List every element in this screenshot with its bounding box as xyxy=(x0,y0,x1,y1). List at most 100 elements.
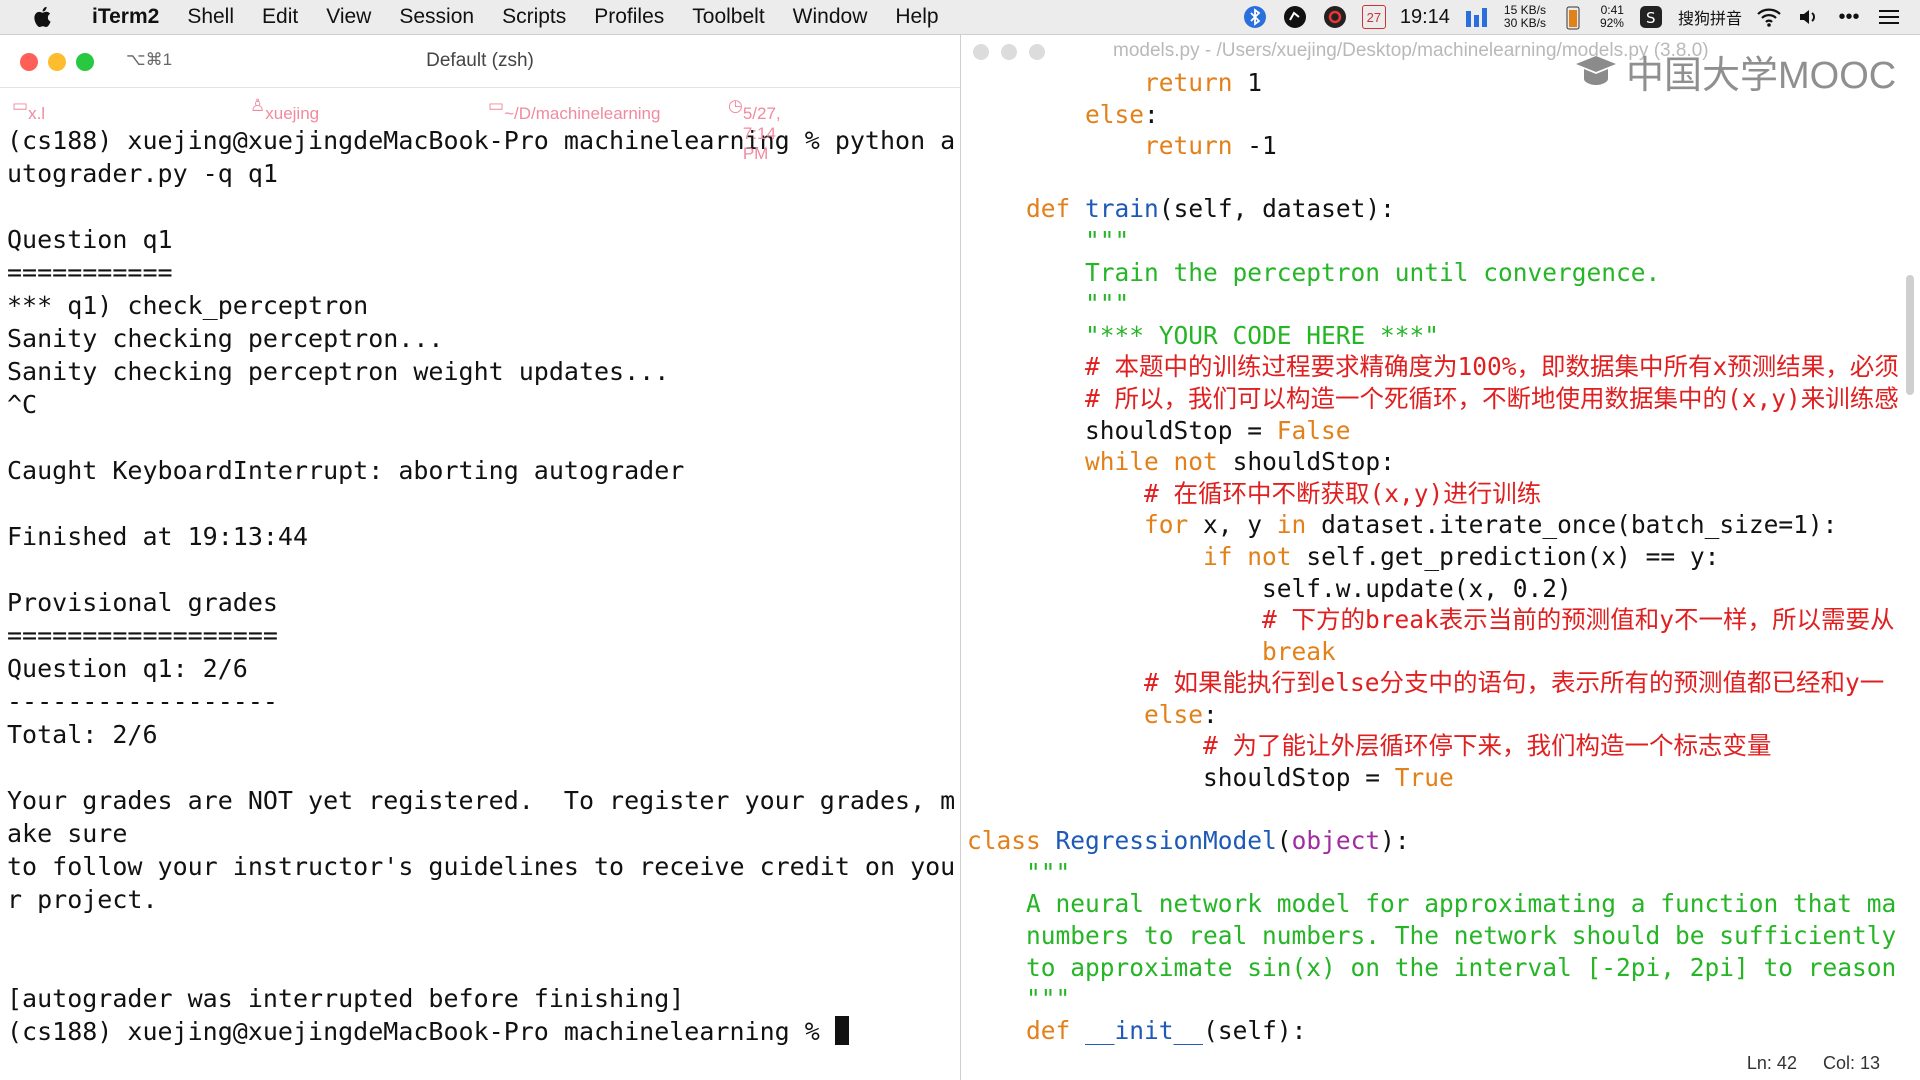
clock-time[interactable]: 19:14 xyxy=(1400,6,1450,29)
code-line: # 在循环中不断获取(x,y)进行训练 xyxy=(967,478,1902,510)
menu-app-iterm2[interactable]: iTerm2 xyxy=(78,0,173,34)
terminal-line: r project. xyxy=(7,885,158,914)
calendar-icon[interactable]: 27 xyxy=(1361,5,1386,29)
volume-icon[interactable] xyxy=(1796,4,1822,30)
menu-profiles[interactable]: Profiles xyxy=(580,0,678,34)
code-line: """ xyxy=(967,983,1902,1015)
code-line: # 为了能让外层循环停下来，我们构造一个标志变量 xyxy=(967,730,1902,762)
menu-scripts[interactable]: Scripts xyxy=(488,0,580,34)
editor-minimize-button[interactable] xyxy=(1001,44,1017,60)
datetime-component: ◷ 5/27, 7:14 PM xyxy=(728,96,781,163)
editor-close-button[interactable] xyxy=(973,44,989,60)
code-token: shouldStop: xyxy=(1217,447,1395,477)
cpu-monitor-icon xyxy=(1464,4,1490,30)
apple-icon[interactable] xyxy=(30,4,56,30)
notification-center-icon[interactable] xyxy=(1876,4,1902,30)
code-token: : xyxy=(1144,99,1159,129)
code-token: """ xyxy=(1026,857,1071,887)
code-token: if xyxy=(1203,541,1233,571)
menu-shell[interactable]: Shell xyxy=(173,0,248,34)
code-line: return -1 xyxy=(967,130,1902,162)
code-line: shouldStop = True xyxy=(967,762,1902,794)
code-token: 1 xyxy=(1232,68,1263,97)
code-token: else xyxy=(1085,99,1145,129)
terminal-line: ------------------ xyxy=(7,687,278,716)
editor-zoom-button[interactable] xyxy=(1029,44,1045,60)
code-token: not xyxy=(1247,541,1292,571)
code-token: shouldStop = xyxy=(967,763,1395,793)
battery-status: 0:41 92% xyxy=(1599,3,1624,30)
sogou-input-icon[interactable]: S xyxy=(1638,4,1664,30)
battery-icon[interactable] xyxy=(1560,4,1586,30)
code-token: return xyxy=(1144,68,1233,97)
user-component: ♙ xuejing xyxy=(250,96,320,123)
vertical-scrollbar[interactable] xyxy=(1906,275,1914,395)
code-token: False xyxy=(1276,415,1351,445)
code-line: # 所以，我们可以构造一个死循环，不断地使用数据集中的(x,y)来训练感 xyxy=(967,383,1902,415)
code-token: def xyxy=(1026,1015,1071,1045)
network-speed: 15 KB/s 30 KB/s xyxy=(1503,3,1546,30)
terminal-output[interactable]: (cs188) xuejing@xuejingdeMacBook-Pro mac… xyxy=(0,124,960,1015)
creative-cloud-icon[interactable] xyxy=(1322,4,1348,30)
terminal-line: utograder.py -q q1 xyxy=(7,159,278,188)
menu-view[interactable]: View xyxy=(312,0,385,34)
code-line: """ xyxy=(967,225,1902,257)
menu-toolbelt[interactable]: Toolbelt xyxy=(678,0,778,34)
svg-text:S: S xyxy=(1646,9,1656,27)
code-token: return xyxy=(1144,131,1233,161)
code-token: ): xyxy=(1380,826,1410,856)
code-token: train xyxy=(1085,194,1159,224)
code-line: def __init__(self): xyxy=(967,1015,1902,1047)
menu-edit[interactable]: Edit xyxy=(248,0,312,34)
directory-component: ▭ ~/D/machinelearning xyxy=(488,96,661,123)
terminal-line: Question q1: 2/6 xyxy=(7,654,248,683)
terminal-line: ^C xyxy=(7,390,38,419)
code-token: # 如果能执行到else分支中的语句，表示所有的预测值都已经和y一 xyxy=(1144,668,1885,698)
code-token: for xyxy=(1144,510,1189,540)
code-line: # 下方的break表示当前的预测值和y不一样，所以需要从 xyxy=(967,604,1902,636)
code-token: class xyxy=(967,826,1041,856)
more-icon[interactable]: ••• xyxy=(1836,4,1862,30)
bluetooth-icon[interactable] xyxy=(1242,4,1268,30)
code-token: # 下方的break表示当前的预测值和y不一样，所以需要从 xyxy=(1262,605,1895,635)
code-area[interactable]: return 1 else: return -1 def train(self,… xyxy=(967,67,1902,1067)
menu-window[interactable]: Window xyxy=(779,0,882,34)
terminal-line: Sanity checking perceptron weight update… xyxy=(7,357,670,386)
menu-session[interactable]: Session xyxy=(385,0,488,34)
code-line: break xyxy=(967,636,1902,668)
code-token: else xyxy=(1144,699,1204,729)
terminal-titlebar: ⌥⌘1 Default (zsh) xyxy=(0,35,960,88)
menu-help[interactable]: Help xyxy=(881,0,952,34)
code-token: x, y xyxy=(1188,510,1277,540)
terminal-prompt-line[interactable]: (cs188) xuejing@xuejingdeMacBook-Pro mac… xyxy=(0,1015,960,1048)
input-method-label[interactable]: 搜狗拼音 xyxy=(1678,5,1742,29)
code-line: # 如果能执行到else分支中的语句，表示所有的预测值都已经和y一 xyxy=(967,667,1902,699)
wifi-icon[interactable] xyxy=(1756,4,1782,30)
code-token: numbers to real numbers. The network sho… xyxy=(1026,921,1897,951)
app-status-icon[interactable] xyxy=(1282,4,1308,30)
code-line: for x, y in dataset.iterate_once(batch_s… xyxy=(967,509,1902,541)
code-line: """ xyxy=(967,288,1902,320)
code-token: to approximate sin(x) on the interval [-… xyxy=(1026,952,1897,982)
code-line: shouldStop = False xyxy=(967,415,1902,447)
code-line: A neural network model for approximating… xyxy=(967,888,1902,920)
